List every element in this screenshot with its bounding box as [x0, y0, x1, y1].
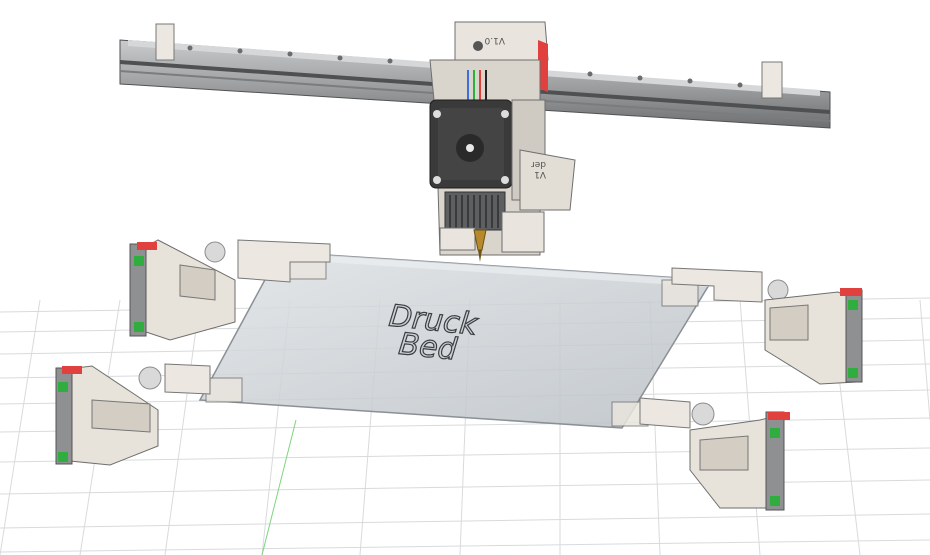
z-carriage-back-right [764, 288, 863, 385]
z-carriage-front-right [689, 411, 790, 511]
carriage-label-line1: der [531, 159, 546, 169]
carriage-label-line2: V1 [534, 169, 546, 179]
cad-scene: V1.0 der V1 Druck Bed [0, 21, 930, 555]
bed-text-line2: Bed [397, 327, 459, 368]
top-block-label: V1.0 [484, 35, 505, 45]
cad-viewport[interactable]: V1.0 der V1 Druck Bed [0, 0, 930, 555]
y-axis-line [261, 419, 297, 555]
print-head-carriage: V1.0 der V1 [429, 21, 576, 262]
